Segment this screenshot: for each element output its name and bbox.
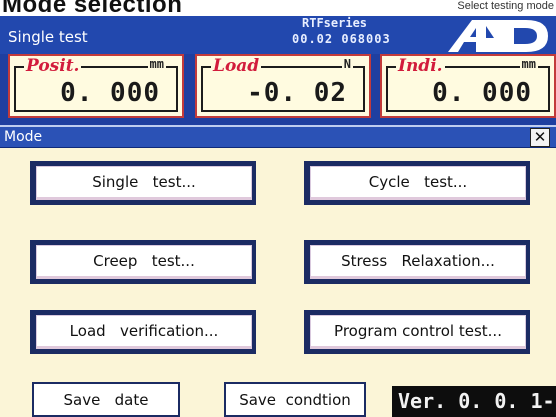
load-readout: Load N -0. 02 — [195, 54, 371, 118]
creep-test-label: Creep test... — [36, 245, 252, 279]
single-test-button[interactable]: Single test... — [30, 161, 256, 205]
indicator-label: Indi. — [396, 56, 445, 76]
page-subtitle: Select testing mode — [457, 0, 554, 12]
version-display: Ver. 0. 0. 1- 1 — [392, 386, 556, 417]
stress-relaxation-label: Stress Relaxation... — [310, 245, 526, 279]
creep-test-button[interactable]: Creep test... — [30, 240, 256, 284]
mode-window-titlebar: Mode ✕ — [0, 125, 556, 148]
position-value: 0. 000 — [60, 78, 160, 108]
title-bar: Single test RTFseries 00.02 068003 — [0, 16, 556, 54]
load-label: Load — [211, 56, 262, 76]
save-date-button[interactable]: Save date — [32, 382, 180, 417]
current-mode-title: Single test — [8, 28, 88, 46]
position-label: Posit. — [24, 56, 82, 76]
page-header: Mode selection Select testing mode — [0, 0, 556, 16]
page-heading: Mode selection — [2, 0, 183, 16]
series-label: RTFseries — [302, 16, 368, 30]
cycle-test-button[interactable]: Cycle test... — [304, 161, 530, 205]
device-screen: Single test RTFseries 00.02 068003 Posit… — [0, 16, 556, 417]
close-icon[interactable]: ✕ — [530, 128, 550, 147]
stress-relaxation-button[interactable]: Stress Relaxation... — [304, 240, 530, 284]
single-test-label: Single test... — [36, 166, 252, 200]
load-verification-label: Load verification... — [36, 315, 252, 349]
mode-window-title: Mode — [4, 129, 43, 145]
program-control-test-label: Program control test... — [310, 315, 526, 349]
and-logo — [448, 20, 548, 52]
indicator-readout: Indi. mm 0. 000 — [380, 54, 556, 118]
position-unit: mm — [147, 57, 166, 71]
load-value: -0. 02 — [247, 78, 347, 108]
save-condition-button[interactable]: Save condtion — [224, 382, 366, 417]
cycle-test-label: Cycle test... — [310, 166, 526, 200]
load-verification-button[interactable]: Load verification... — [30, 310, 256, 354]
indicator-unit: mm — [519, 57, 538, 71]
indicator-value: 0. 000 — [432, 78, 532, 108]
program-control-test-button[interactable]: Program control test... — [304, 310, 530, 354]
firmware-code: 00.02 068003 — [292, 32, 391, 46]
position-readout: Posit. mm 0. 000 — [8, 54, 184, 118]
load-unit: N — [341, 57, 353, 71]
